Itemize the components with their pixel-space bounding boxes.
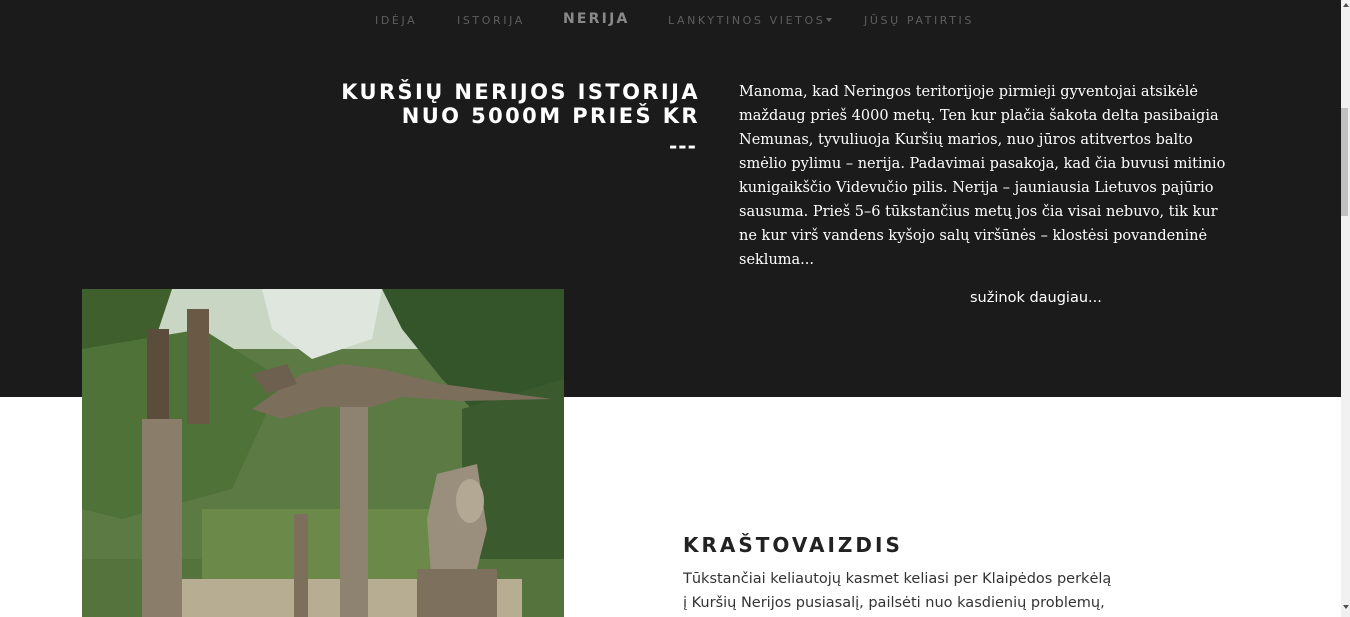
- nav-item-ideja[interactable]: IDĖJA: [375, 14, 417, 27]
- landscape-paragraph: Tūkstančiai keliautojų kasmet keliasi pe…: [683, 571, 1112, 611]
- landscape-title: KRAŠTOVAIZDIS: [683, 533, 903, 557]
- page-scrollbar[interactable]: [1341, 0, 1350, 617]
- scroll-up-arrow-icon[interactable]: [1343, 3, 1349, 7]
- carved-wooden-sculptures-photo: [82, 289, 564, 617]
- read-more-link[interactable]: sužinok daugiau...: [970, 290, 1102, 306]
- scrollbar-thumb[interactable]: [1341, 108, 1348, 216]
- title-divider-dashes: ---: [669, 134, 697, 158]
- chevron-down-icon: [826, 18, 833, 22]
- nav-item-lankytinos-vietos[interactable]: LANKYTINOS VIETOS: [668, 14, 833, 27]
- nav-item-nerija[interactable]: NERIJA: [563, 11, 630, 27]
- history-title-line2: NUO 5000M PRIEŠ KR: [401, 104, 700, 128]
- history-title-line1: KURŠIŲ NERIJOS ISTORIJA: [341, 80, 700, 104]
- history-paragraph: Manoma, kad Neringos teritorijoje pirmie…: [739, 84, 1226, 268]
- nav-item-jusu-patirtis[interactable]: JŪSŲ PATIRTIS: [864, 14, 974, 27]
- photo-illustration: [82, 289, 564, 617]
- nav-item-istorija[interactable]: ISTORIJA: [457, 14, 525, 27]
- history-title: KURŠIŲ NERIJOS ISTORIJA NUO 5000M PRIEŠ …: [330, 80, 700, 128]
- top-navbar: IDĖJA ISTORIJA NERIJA LANKYTINOS VIETOS …: [0, 0, 1341, 40]
- scroll-down-arrow-icon[interactable]: [1343, 605, 1349, 609]
- nav-item-lankytinos-vietos-label: LANKYTINOS VIETOS: [668, 14, 826, 27]
